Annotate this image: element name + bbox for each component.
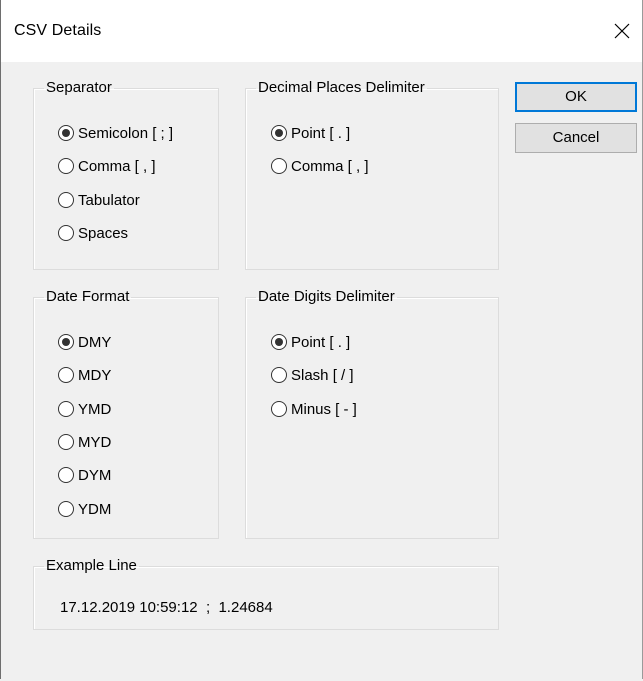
radio-separator-tabulator[interactable]: Tabulator	[58, 189, 140, 211]
radio-unchecked-icon	[58, 158, 74, 174]
csv-details-dialog: CSV Details Separator Semicolon [ ; ] Co…	[0, 0, 643, 679]
separator-group-label: Separator	[46, 79, 112, 96]
title-bar: CSV Details	[1, 0, 642, 62]
radio-label: MDY	[78, 366, 112, 384]
cancel-button[interactable]: Cancel	[515, 123, 637, 153]
radio-checked-icon	[271, 334, 287, 350]
radio-unchecked-icon	[58, 434, 74, 450]
radio-date-format-dmy[interactable]: DMY	[58, 331, 111, 353]
close-icon	[614, 23, 630, 39]
radio-unchecked-icon	[271, 367, 287, 383]
date-format-group: Date Format DMY MDY YMD MYD DYM YDM	[33, 289, 219, 539]
radio-decimal-comma[interactable]: Comma [ , ]	[271, 155, 369, 177]
radio-label: MYD	[78, 433, 112, 451]
radio-label: Semicolon [ ; ]	[78, 124, 174, 142]
radio-date-digits-minus[interactable]: Minus [ - ]	[271, 398, 357, 420]
radio-label: Tabulator	[78, 191, 140, 209]
example-line-group-label: Example Line	[46, 557, 137, 574]
ok-button[interactable]: OK	[515, 82, 637, 112]
separator-group: Separator Semicolon [ ; ] Comma [ , ] Ta…	[33, 80, 219, 270]
radio-label: Spaces	[78, 224, 129, 242]
radio-date-format-ydm[interactable]: YDM	[58, 498, 111, 520]
date-digits-group-label: Date Digits Delimiter	[258, 288, 395, 305]
decimal-delimiter-group: Decimal Places Delimiter Point [ . ] Com…	[245, 80, 499, 270]
radio-unchecked-icon	[271, 401, 287, 417]
radio-date-digits-point[interactable]: Point [ . ]	[271, 331, 350, 353]
radio-label: Point [ . ]	[291, 333, 351, 351]
radio-unchecked-icon	[58, 367, 74, 383]
radio-unchecked-icon	[58, 501, 74, 517]
radio-label: DYM	[78, 466, 112, 484]
radio-separator-semicolon[interactable]: Semicolon [ ; ]	[58, 122, 173, 144]
radio-checked-icon	[58, 125, 74, 141]
radio-label: DMY	[78, 333, 112, 351]
radio-date-format-dym[interactable]: DYM	[58, 464, 111, 486]
date-format-group-label: Date Format	[46, 288, 130, 305]
radio-checked-icon	[58, 334, 74, 350]
radio-checked-icon	[271, 125, 287, 141]
radio-label: Minus [ - ]	[291, 400, 357, 418]
radio-label: YDM	[78, 500, 112, 518]
radio-unchecked-icon	[58, 401, 74, 417]
example-line-text: 17.12.2019 10:59:12 ; 1.24684	[60, 599, 273, 616]
radio-date-digits-slash[interactable]: Slash [ / ]	[271, 364, 354, 386]
radio-label: Comma [ , ]	[78, 157, 156, 175]
radio-unchecked-icon	[58, 467, 74, 483]
radio-date-format-myd[interactable]: MYD	[58, 431, 111, 453]
radio-separator-spaces[interactable]: Spaces	[58, 222, 128, 244]
dialog-title: CSV Details	[14, 22, 102, 39]
radio-label: Slash [ / ]	[291, 366, 354, 384]
radio-label: Comma [ , ]	[291, 157, 369, 175]
radio-separator-comma[interactable]: Comma [ , ]	[58, 155, 156, 177]
close-button[interactable]	[598, 12, 642, 52]
radio-label: YMD	[78, 400, 112, 418]
decimal-delimiter-group-label: Decimal Places Delimiter	[258, 79, 425, 96]
radio-date-format-mdy[interactable]: MDY	[58, 364, 111, 386]
radio-label: Point [ . ]	[291, 124, 351, 142]
radio-unchecked-icon	[58, 192, 74, 208]
radio-date-format-ymd[interactable]: YMD	[58, 398, 111, 420]
radio-unchecked-icon	[271, 158, 287, 174]
radio-decimal-point[interactable]: Point [ . ]	[271, 122, 350, 144]
example-line-group: Example Line 17.12.2019 10:59:12 ; 1.246…	[33, 558, 499, 630]
date-digits-group: Date Digits Delimiter Point [ . ] Slash …	[245, 289, 499, 539]
radio-unchecked-icon	[58, 225, 74, 241]
